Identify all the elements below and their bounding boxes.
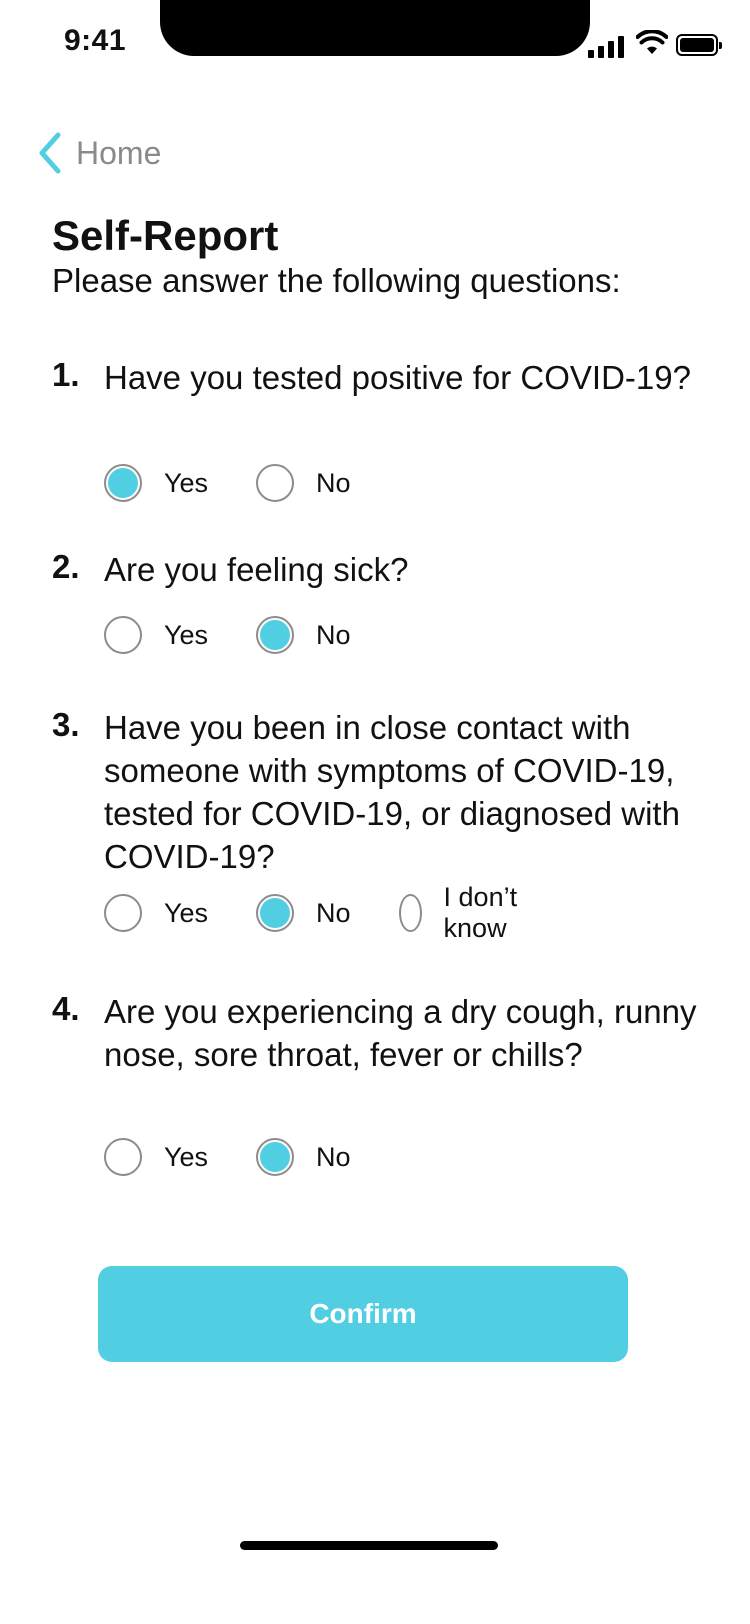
page-title: Self-Report (52, 212, 279, 259)
radio-button[interactable] (104, 1138, 142, 1176)
question-text: Have you tested positive for COVID-19? (104, 359, 691, 396)
radio-selected-dot (260, 898, 290, 928)
home-indicator[interactable] (240, 1541, 498, 1550)
confirm-label: Confirm (309, 1298, 417, 1329)
page-subtitle: Please answer the following questions: (52, 262, 621, 299)
option-no[interactable]: No (256, 614, 351, 656)
radio-button[interactable] (256, 464, 294, 502)
device-notch (160, 0, 590, 56)
confirm-button[interactable]: Confirm (98, 1266, 628, 1362)
radio-selected-dot (260, 620, 290, 650)
option-yes[interactable]: Yes (104, 1136, 208, 1178)
radio-button[interactable] (104, 464, 142, 502)
radio-button[interactable] (104, 616, 142, 654)
radio-button[interactable] (256, 894, 294, 932)
question-text: Are you experiencing a dry cough, runny … (104, 993, 697, 1073)
option-dont-know[interactable]: I don’t know (399, 882, 522, 943)
question-number: 4. (52, 990, 80, 1027)
option-no[interactable]: No (256, 1136, 351, 1178)
status-time: 9:41 (64, 24, 127, 57)
option-label: Yes (164, 1141, 209, 1172)
option-yes[interactable]: Yes (104, 614, 208, 656)
radio-selected-dot (260, 1142, 290, 1172)
back-label: Home (76, 134, 162, 171)
question-text: Have you been in close contact with some… (104, 709, 680, 875)
question-number: 3. (52, 706, 80, 743)
radio-button[interactable] (399, 894, 422, 932)
cellular-signal-icon (588, 34, 624, 58)
option-label: Yes (164, 619, 209, 650)
question-text: Are you feeling sick? (104, 551, 409, 588)
option-label: Yes (164, 897, 209, 928)
option-label: No (316, 467, 351, 498)
option-no[interactable]: No (256, 892, 351, 934)
option-label: No (316, 897, 351, 928)
chevron-left-icon (39, 132, 61, 174)
radio-button[interactable] (256, 1138, 294, 1176)
option-label: No (316, 619, 351, 650)
option-no[interactable]: No (256, 462, 351, 504)
radio-button[interactable] (104, 894, 142, 932)
back-button[interactable]: Home (34, 128, 161, 178)
option-yes[interactable]: Yes (104, 892, 208, 934)
option-label: No (316, 1141, 351, 1172)
option-yes[interactable]: Yes (104, 462, 208, 504)
radio-button[interactable] (256, 616, 294, 654)
question-number: 1. (52, 356, 80, 393)
battery-icon (676, 34, 722, 56)
question-number: 2. (52, 548, 80, 585)
option-label: I don’t know (443, 882, 518, 943)
radio-selected-dot (108, 468, 138, 498)
wifi-icon (636, 30, 668, 54)
option-label: Yes (164, 467, 209, 498)
